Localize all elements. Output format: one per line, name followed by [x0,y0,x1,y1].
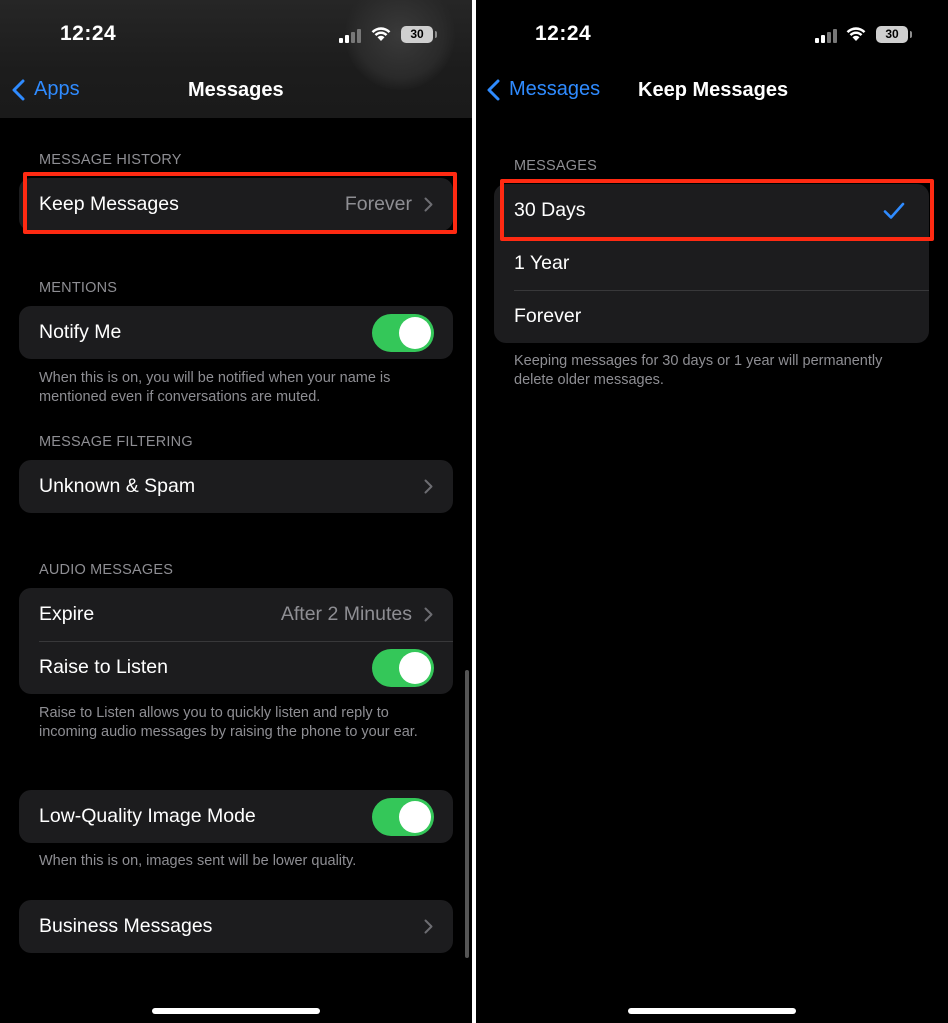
cellular-signal-icon [339,29,363,43]
page-title: Messages [188,79,284,101]
back-button[interactable]: Apps [12,78,80,101]
highlight-30-days [500,179,934,241]
raise-to-listen-label: Raise to Listen [39,656,168,678]
business-messages-label: Business Messages [39,915,213,937]
highlight-keep-messages [23,172,457,234]
unknown-spam-label: Unknown & Spam [39,475,196,497]
top-bar: 12:24 30 Apps Messages [0,0,472,118]
low-quality-footer: When this is on, images sent will be low… [39,853,357,869]
section-header-message-history: MESSAGE HISTORY [39,152,182,168]
option-label: Forever [514,305,582,327]
audio-messages-footer: Raise to Listen allows you to quickly li… [39,705,418,740]
low-quality-group: Low-Quality Image Mode [19,790,453,843]
keep-messages-screen: 12:24 30 Messages Keep Messages MESSAGES… [476,0,948,1023]
home-indicator[interactable] [628,1008,796,1014]
option-forever[interactable]: Forever [494,290,929,343]
status-time: 12:24 [535,22,592,45]
low-quality-label: Low-Quality Image Mode [39,805,256,827]
back-label: Apps [34,78,80,100]
chevron-right-icon [424,479,433,494]
back-button[interactable]: Messages [487,78,600,101]
section-header-messages: MESSAGES [514,158,597,174]
option-1-year[interactable]: 1 Year [494,237,929,290]
business-messages-group: Business Messages [19,900,453,953]
expire-label: Expire [39,603,95,625]
option-label: 1 Year [514,252,570,274]
cellular-signal-icon [815,29,839,43]
low-quality-row: Low-Quality Image Mode [19,790,453,843]
keep-messages-footer: Keeping messages for 30 days or 1 year w… [514,353,883,388]
notify-me-label: Notify Me [39,321,122,343]
chevron-right-icon [424,919,433,934]
unknown-spam-row[interactable]: Unknown & Spam [19,460,453,513]
battery-icon: 30 [876,26,912,43]
audio-messages-group: Expire After 2 Minutes Raise to Listen [19,588,453,694]
chevron-right-icon [424,607,433,622]
battery-icon: 30 [401,26,437,43]
chevron-left-icon [487,79,500,100]
chevron-left-icon [12,79,25,100]
message-filtering-group: Unknown & Spam [19,460,453,513]
notify-me-row: Notify Me [19,306,453,359]
raise-to-listen-row: Raise to Listen [19,641,453,694]
home-indicator[interactable] [152,1008,320,1014]
wifi-icon [846,27,866,41]
section-header-mentions: MENTIONS [39,280,118,296]
mentions-group: Notify Me [19,306,453,359]
status-time: 12:24 [60,22,117,45]
wifi-icon [371,27,391,41]
expire-value: After 2 Minutes [280,603,412,625]
raise-to-listen-toggle[interactable] [372,648,434,687]
scrollbar[interactable] [465,670,469,958]
section-header-message-filtering: MESSAGE FILTERING [39,434,193,450]
notify-me-toggle[interactable] [372,313,434,352]
top-bar: 12:24 30 Messages Keep Messages [476,0,948,118]
low-quality-toggle[interactable] [372,797,434,836]
back-label: Messages [509,78,601,100]
business-messages-row[interactable]: Business Messages [19,900,453,953]
page-title: Keep Messages [638,79,789,101]
messages-settings-screen: 12:24 30 Apps Messages MESSAGE HISTORY K… [0,0,472,1023]
section-header-audio-messages: AUDIO MESSAGES [39,562,174,578]
background-decoration [345,0,455,90]
expire-row[interactable]: Expire After 2 Minutes [19,588,453,641]
mentions-footer: When this is on, you will be notified wh… [39,370,391,405]
